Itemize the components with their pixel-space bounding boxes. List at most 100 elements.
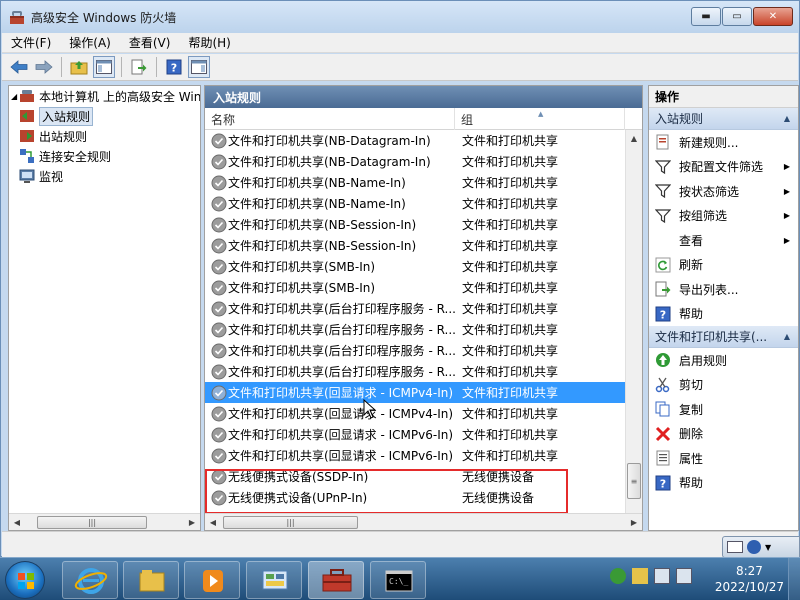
start-button[interactable]: [5, 561, 45, 599]
action-item[interactable]: 按组筛选 ▶: [649, 204, 798, 229]
action-label: 帮助: [679, 476, 704, 491]
rule-disabled-icon: [211, 427, 227, 443]
show-hide-action-pane-button[interactable]: [188, 56, 210, 78]
actions-section-selected-rule[interactable]: 文件和打印机共享(... ▲: [649, 326, 798, 348]
table-row[interactable]: 无线便携式设备(SSDP-In) 无线便携设备: [205, 466, 642, 487]
close-button[interactable]: ✕: [753, 7, 793, 26]
table-row[interactable]: 无线便携式设备(UPnP-In) 无线便携设备: [205, 487, 642, 508]
tree-root[interactable]: ◢ 本地计算机 上的高级安全 Windows 防火墙: [9, 86, 200, 106]
tree-item-monitoring[interactable]: 监视: [9, 166, 200, 186]
table-row[interactable]: 文件和打印机共享(回显请求 - ICMPv6-In) 文件和打印机共享: [205, 445, 642, 466]
actions-section-inbound-rules[interactable]: 入站规则 ▲: [649, 108, 798, 130]
tree-item-connection-security-rules[interactable]: 连接安全规则: [9, 146, 200, 166]
language-bar[interactable]: ▼: [722, 536, 800, 558]
taskbar-control-panel[interactable]: [246, 561, 302, 599]
svg-text:C:\_: C:\_: [389, 577, 408, 586]
scroll-thumb[interactable]: |||: [223, 515, 358, 529]
volume-icon[interactable]: [676, 568, 692, 584]
table-row[interactable]: 文件和打印机共享(NB-Name-In) 文件和打印机共享: [205, 193, 642, 214]
action-item[interactable]: 导出列表...: [649, 277, 798, 302]
action-item[interactable]: 新建规则...: [649, 130, 798, 155]
maximize-button[interactable]: ▭: [722, 7, 752, 26]
firewall-window: 高级安全 Windows 防火墙 ▬ ▭ ✕ 文件(F) 操作(A) 查看(V)…: [0, 0, 800, 557]
scroll-left-arrow-icon[interactable]: ◀: [9, 514, 25, 530]
tree-item-inbound-rules[interactable]: 入站规则: [9, 106, 200, 126]
export-list-button[interactable]: [128, 56, 150, 78]
collapse-arrow-icon[interactable]: ▲: [784, 332, 790, 341]
title-bar[interactable]: 高级安全 Windows 防火墙 ▬ ▭ ✕: [1, 1, 799, 33]
internet-explorer-icon: [74, 568, 108, 594]
table-row[interactable]: 文件和打印机共享(后台打印程序服务 - R... 文件和打印机共享: [205, 340, 642, 361]
scroll-right-arrow-icon[interactable]: ▶: [184, 514, 200, 530]
taskbar-media-player[interactable]: [184, 561, 240, 599]
action-item[interactable]: 查看 ▶: [649, 228, 798, 253]
table-row[interactable]: 文件和打印机共享(回显请求 - ICMPv4-In) 文件和打印机共享: [205, 382, 642, 403]
action-item[interactable]: 启用规则: [649, 348, 798, 373]
scroll-thumb[interactable]: ≡: [627, 463, 641, 499]
action-label: 剪切: [679, 378, 704, 393]
action-item[interactable]: ? 帮助: [649, 302, 798, 327]
sort-ascending-icon: ▲: [538, 110, 544, 118]
help-button[interactable]: ?: [163, 56, 185, 78]
scroll-right-arrow-icon[interactable]: ▶: [626, 514, 642, 530]
table-row[interactable]: 文件和打印机共享(后台打印程序服务 - R... 文件和打印机共享: [205, 361, 642, 382]
menu-view[interactable]: 查看(V): [120, 34, 180, 51]
folder-icon: [139, 570, 165, 592]
rules-vertical-scrollbar[interactable]: ▲ ≡: [625, 130, 642, 515]
table-row[interactable]: 文件和打印机共享(后台打印程序服务 - R... 文件和打印机共享: [205, 298, 642, 319]
action-center-icon[interactable]: [632, 568, 648, 584]
scroll-thumb[interactable]: |||: [37, 515, 147, 529]
taskbar-clock[interactable]: 8:27 2022/10/27: [715, 563, 784, 595]
table-row[interactable]: 文件和打印机共享(SMB-In) 文件和打印机共享: [205, 256, 642, 277]
table-row[interactable]: 文件和打印机共享(NB-Name-In) 文件和打印机共享: [205, 172, 642, 193]
menu-help[interactable]: 帮助(H): [179, 34, 239, 51]
collapse-arrow-icon[interactable]: ▲: [784, 114, 790, 123]
rules-horizontal-scrollbar[interactable]: ◀ ||| ▶: [205, 513, 642, 530]
taskbar-firewall[interactable]: [308, 561, 364, 599]
minimize-button[interactable]: ▬: [691, 7, 721, 26]
table-row[interactable]: 文件和打印机共享(SMB-In) 文件和打印机共享: [205, 277, 642, 298]
forward-button[interactable]: [33, 56, 55, 78]
options-icon[interactable]: ▼: [765, 543, 771, 552]
rule-name-cell: 文件和打印机共享(回显请求 - ICMPv6-In): [228, 428, 454, 442]
rules-pane-header: 入站规则: [205, 86, 642, 108]
table-row[interactable]: 文件和打印机共享(NB-Session-In) 文件和打印机共享: [205, 235, 642, 256]
tree-item-outbound-rules[interactable]: 出站规则: [9, 126, 200, 146]
scroll-left-arrow-icon[interactable]: ◀: [205, 514, 221, 530]
action-label: 帮助: [679, 307, 704, 322]
taskbar-explorer[interactable]: [123, 561, 179, 599]
keyboard-icon[interactable]: [727, 541, 743, 553]
table-row[interactable]: 文件和打印机共享(回显请求 - ICMPv6-In) 文件和打印机共享: [205, 424, 642, 445]
table-row[interactable]: 文件和打印机共享(NB-Datagram-In) 文件和打印机共享: [205, 130, 642, 151]
table-row[interactable]: 文件和打印机共享(NB-Session-In) 文件和打印机共享: [205, 214, 642, 235]
help-icon[interactable]: [747, 540, 761, 554]
action-item[interactable]: 属性: [649, 446, 798, 471]
action-item[interactable]: 删除: [649, 422, 798, 447]
action-item[interactable]: 按配置文件筛选 ▶: [649, 155, 798, 180]
table-row[interactable]: 文件和打印机共享(NB-Datagram-In) 文件和打印机共享: [205, 151, 642, 172]
action-item[interactable]: 按状态筛选 ▶: [649, 179, 798, 204]
action-item[interactable]: 复制: [649, 397, 798, 422]
taskbar-internet-explorer[interactable]: [62, 561, 118, 599]
tree-horizontal-scrollbar[interactable]: ◀ ||| ▶: [9, 513, 200, 530]
action-pane-icon: [191, 60, 207, 74]
tree-item-label: 出站规则: [39, 129, 88, 144]
table-row[interactable]: 文件和打印机共享(回显请求 - ICMPv4-In) 文件和打印机共享: [205, 403, 642, 424]
menu-action[interactable]: 操作(A): [60, 34, 120, 51]
network-icon[interactable]: [654, 568, 670, 584]
menu-file[interactable]: 文件(F): [2, 34, 60, 51]
sync-icon[interactable]: [610, 568, 626, 584]
taskbar-command-prompt[interactable]: C:\_: [370, 561, 426, 599]
action-item[interactable]: 剪切: [649, 373, 798, 398]
column-header-name[interactable]: 名称: [205, 108, 455, 130]
show-desktop-button[interactable]: [788, 558, 800, 600]
rule-disabled-icon: [211, 490, 227, 506]
up-level-button[interactable]: [68, 56, 90, 78]
action-item[interactable]: ? 帮助: [649, 471, 798, 496]
rule-group-cell: 无线便携设备: [462, 491, 535, 505]
action-item[interactable]: 刷新: [649, 253, 798, 278]
back-button[interactable]: [8, 56, 30, 78]
show-hide-tree-button[interactable]: [93, 56, 115, 78]
scroll-up-arrow-icon[interactable]: ▲: [626, 130, 642, 146]
table-row[interactable]: 文件和打印机共享(后台打印程序服务 - R... 文件和打印机共享: [205, 319, 642, 340]
